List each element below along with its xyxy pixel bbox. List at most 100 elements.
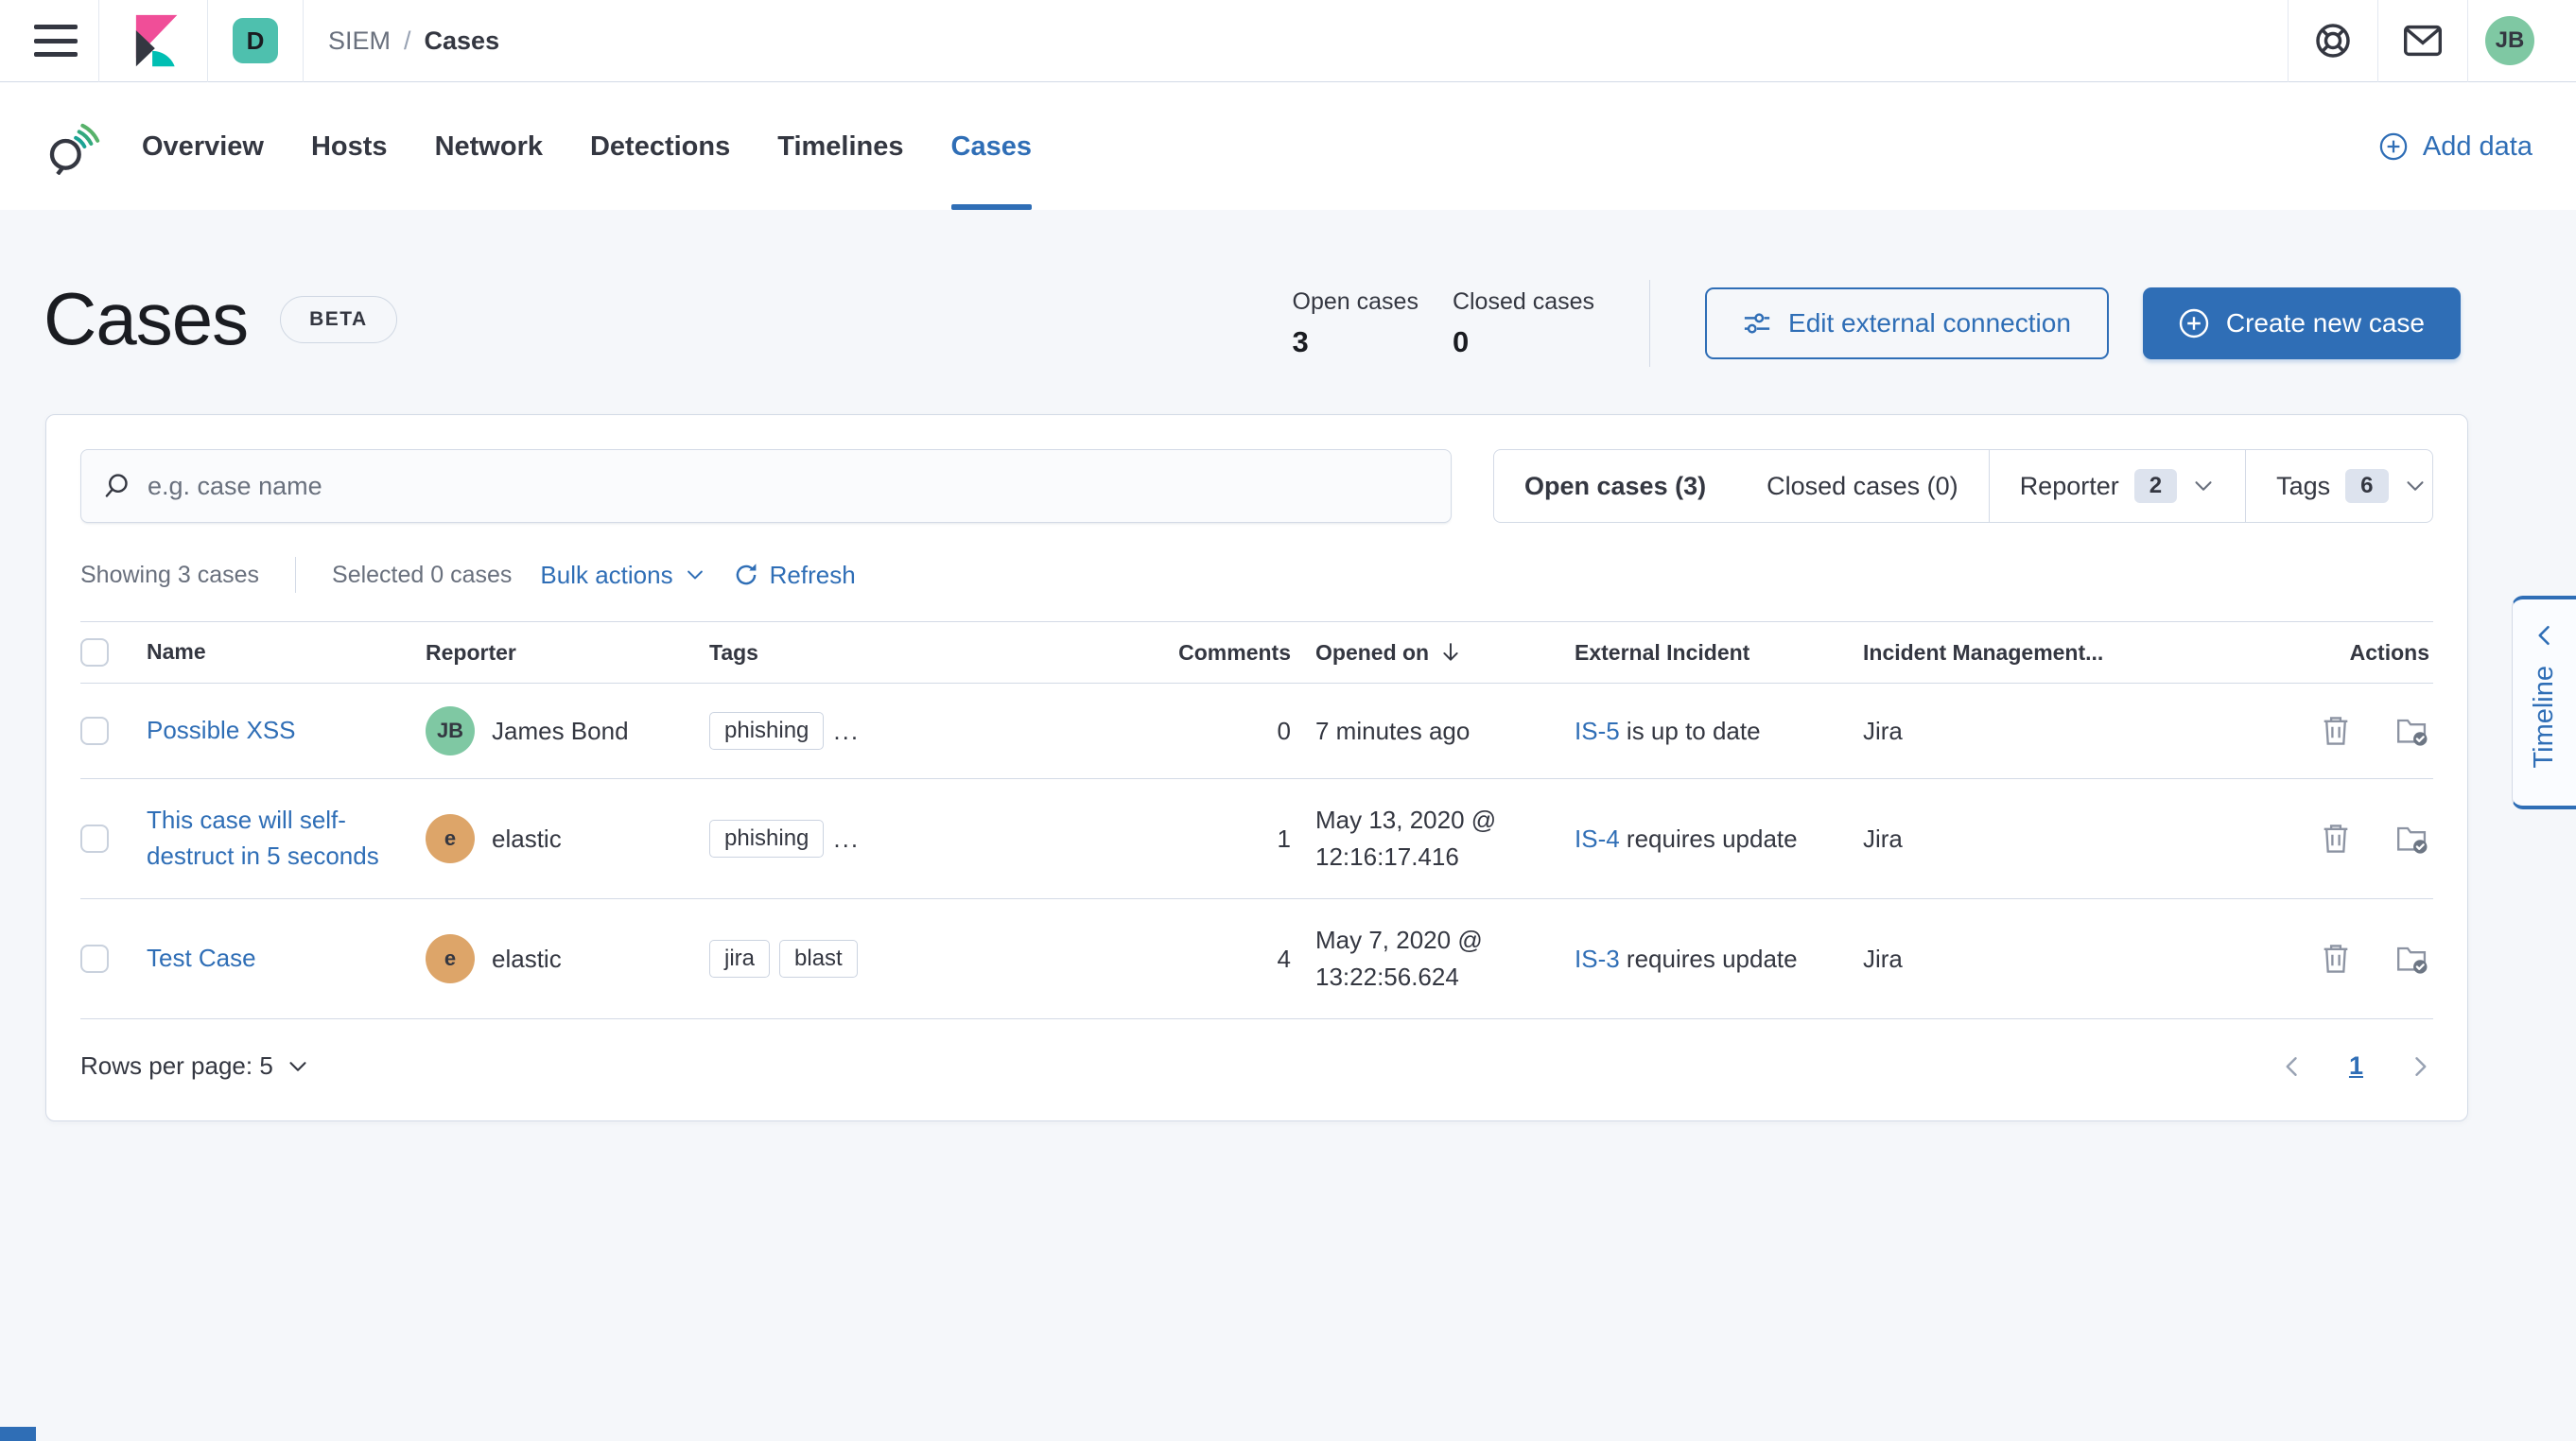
table-row: Test Case e elastic jira blast 4 May 7, …	[80, 899, 2433, 1019]
timeline-toggle-button[interactable]: Timeline	[2512, 596, 2576, 809]
external-incident-status: requires update	[1626, 944, 1798, 973]
case-name-link[interactable]: This case will self-destruct in 5 second…	[147, 806, 379, 870]
filter-closed-cases[interactable]: Closed cases (0)	[1736, 450, 1989, 522]
help-button[interactable]	[2289, 0, 2377, 81]
divider	[207, 0, 208, 82]
filter-tags[interactable]: Tags 6	[2245, 450, 2432, 522]
row-checkbox[interactable]	[80, 825, 109, 853]
col-header-name[interactable]: Name	[147, 636, 426, 668]
filter-open-cases[interactable]: Open cases (3)	[1494, 450, 1736, 522]
external-incident-link[interactable]: IS-5	[1575, 717, 1620, 745]
reporter-name: elastic	[492, 944, 562, 973]
next-page-icon[interactable]	[2407, 1053, 2433, 1080]
folder-check-icon	[2397, 719, 2428, 746]
col-header-incident-management: Incident Management...	[1863, 639, 2104, 665]
external-incident-status: requires update	[1626, 824, 1798, 853]
case-search-input[interactable]	[148, 471, 1430, 501]
menu-icon[interactable]	[34, 25, 78, 57]
select-all-checkbox[interactable]	[80, 638, 109, 667]
tags-overflow[interactable]: ...	[833, 717, 860, 746]
folder-check-icon	[2397, 946, 2428, 974]
chevron-down-icon	[2406, 481, 2424, 491]
table-header-row: Name Reporter Tags Comments Opened on Ex…	[80, 621, 2433, 684]
table-row: This case will self-destruct in 5 second…	[80, 779, 2433, 899]
filter-reporter[interactable]: Reporter 2	[1988, 450, 2245, 522]
tab-hosts[interactable]: Hosts	[311, 83, 388, 210]
tag-badge: phishing	[709, 820, 825, 858]
pagination: 1	[2279, 1051, 2433, 1081]
sliders-icon	[1744, 313, 1770, 334]
showing-cases-text: Showing 3 cases	[80, 561, 260, 588]
add-data-button[interactable]: Add data	[2379, 83, 2532, 210]
trash-icon	[2324, 717, 2348, 745]
chevron-down-icon	[2195, 481, 2212, 491]
delete-case-button[interactable]	[2320, 823, 2352, 855]
bulk-actions-button[interactable]: Bulk actions	[540, 561, 705, 590]
comments-count: 1	[1277, 824, 1291, 853]
reporter-count-badge: 2	[2133, 469, 2178, 503]
col-header-opened-on[interactable]: Opened on	[1291, 636, 1575, 669]
space-avatar[interactable]: D	[233, 18, 278, 63]
row-checkbox[interactable]	[80, 717, 109, 745]
folder-check-icon	[2397, 826, 2428, 854]
timeline-label: Timeline	[2529, 666, 2559, 769]
opened-on-label: Opened on	[1315, 639, 1430, 665]
delete-case-button[interactable]	[2320, 715, 2352, 747]
tab-cases[interactable]: Cases	[950, 83, 1033, 210]
closed-cases-stat: Closed cases 0	[1453, 288, 1594, 359]
plus-circle-icon	[2179, 308, 2209, 339]
edit-external-connection-button[interactable]: Edit external connection	[1705, 287, 2109, 359]
external-incident-link[interactable]: IS-4	[1575, 825, 1620, 853]
divider	[2467, 0, 2468, 82]
kibana-logo[interactable]	[126, 13, 181, 68]
filter-tags-label: Tags	[2276, 471, 2331, 500]
reporter-avatar: e	[426, 814, 475, 863]
cases-table: Name Reporter Tags Comments Opened on Ex…	[80, 621, 2433, 1019]
table-row: Possible XSS JB James Bond phishing ... …	[80, 684, 2433, 779]
breadcrumb: SIEM / Cases	[328, 26, 499, 56]
tab-detections[interactable]: Detections	[590, 83, 730, 210]
case-name-link[interactable]: Test Case	[147, 944, 256, 972]
push-external-incident-button[interactable]	[2395, 715, 2429, 747]
trash-icon	[2324, 825, 2348, 853]
prev-page-icon[interactable]	[2279, 1053, 2306, 1080]
delete-case-button[interactable]	[2320, 943, 2352, 975]
external-incident-link[interactable]: IS-3	[1575, 945, 1620, 973]
open-cases-label: Open cases	[1292, 287, 1419, 315]
push-external-incident-button[interactable]	[2395, 823, 2429, 855]
trash-icon	[2324, 945, 2348, 973]
newsfeed-button[interactable]	[2378, 0, 2467, 81]
cases-panel: Open cases (3) Closed cases (0) Reporter…	[45, 414, 2468, 1121]
chevron-down-icon	[687, 570, 703, 580]
beta-badge: BETA	[280, 295, 397, 343]
rows-per-page-button[interactable]: Rows per page: 5	[80, 1051, 309, 1081]
comments-count: 4	[1277, 944, 1291, 973]
tab-network[interactable]: Network	[435, 83, 543, 210]
opened-on-value: May 13, 2020 @ 12:16:17.416	[1315, 806, 1497, 871]
col-header-actions: Actions	[2349, 639, 2429, 665]
page-title: Cases	[44, 277, 249, 360]
incident-management-value: Jira	[1863, 716, 1903, 745]
push-external-incident-button[interactable]	[2395, 943, 2429, 975]
bulk-actions-label: Bulk actions	[540, 560, 673, 589]
refresh-label: Refresh	[769, 560, 856, 589]
tab-timelines[interactable]: Timelines	[777, 83, 903, 210]
create-new-case-button[interactable]: Create new case	[2142, 287, 2461, 359]
breadcrumb-app[interactable]: SIEM	[328, 26, 391, 56]
user-avatar[interactable]: JB	[2485, 16, 2534, 65]
refresh-button[interactable]: Refresh	[734, 561, 856, 590]
page-number[interactable]: 1	[2349, 1051, 2363, 1081]
tags-count-badge: 6	[2345, 469, 2389, 503]
breadcrumb-separator: /	[404, 26, 411, 55]
chevron-down-icon	[289, 1061, 306, 1071]
divider	[303, 0, 304, 82]
tab-overview[interactable]: Overview	[142, 83, 264, 210]
incident-management-value: Jira	[1863, 824, 1903, 853]
case-name-link[interactable]: Possible XSS	[147, 716, 296, 744]
divider	[295, 557, 297, 593]
plus-circle-icon	[2379, 132, 2408, 161]
col-header-reporter: Reporter	[426, 639, 516, 665]
rows-per-page-label: Rows per page: 5	[80, 1051, 273, 1080]
row-checkbox[interactable]	[80, 945, 109, 973]
tags-overflow[interactable]: ...	[833, 825, 860, 854]
